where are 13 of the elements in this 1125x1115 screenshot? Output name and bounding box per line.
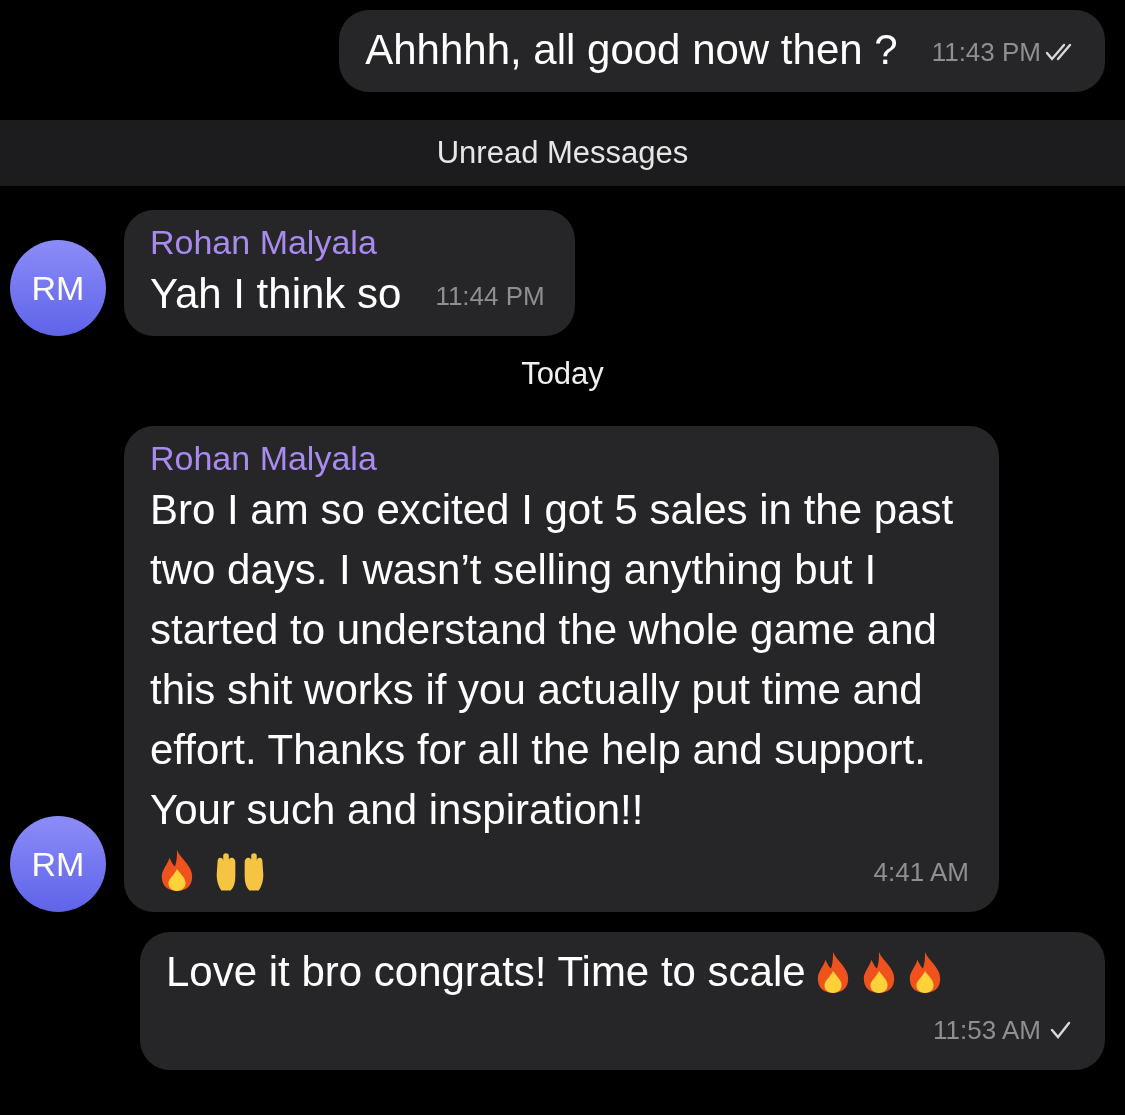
avatar[interactable]: RM: [10, 816, 106, 912]
message-text: Love it bro congrats! Time to scale: [166, 947, 806, 997]
message-text: Bro I am so excited I got 5 sales in the past two days. I wasn’t selling anything but I started to understand the whole game and this shit works if you actually put time and effort. Thanks for all the help and support. Your such and inspiration!!: [150, 485, 955, 835]
date-label: Today: [521, 356, 604, 391]
message-time: 11:44 PM: [435, 280, 545, 313]
message-time: 11:53 AM: [933, 1014, 1041, 1047]
message-time: 11:43 PM: [931, 36, 1041, 69]
message-time: 4:41 AM: [873, 856, 969, 889]
avatar[interactable]: RM: [10, 240, 106, 336]
sender-name: Rohan Malyala: [150, 222, 378, 263]
sender-name: Rohan Malyala: [150, 438, 378, 479]
message-text: Ahhhhh, all good now then ?: [365, 25, 898, 75]
message-text: Yah I think so: [150, 269, 402, 319]
